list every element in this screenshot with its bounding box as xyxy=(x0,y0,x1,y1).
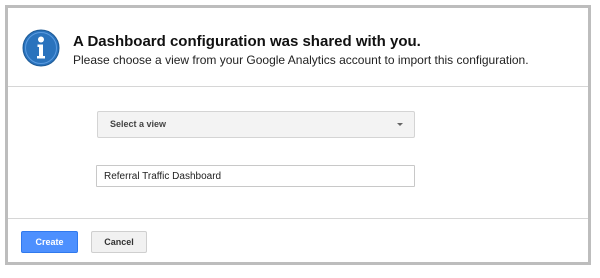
view-select-dropdown[interactable]: Select a view xyxy=(97,111,415,138)
chevron-down-icon xyxy=(397,123,403,126)
dashboard-name-input[interactable] xyxy=(96,165,415,187)
dialog-header: A Dashboard configuration was shared wit… xyxy=(8,8,588,87)
info-icon xyxy=(22,29,60,67)
create-button[interactable]: Create xyxy=(21,231,78,253)
dialog-message: Please choose a view from your Google An… xyxy=(73,53,529,67)
dashboard-import-dialog: A Dashboard configuration was shared wit… xyxy=(5,5,591,265)
cancel-button[interactable]: Cancel xyxy=(91,231,147,253)
dialog-footer: Create Cancel xyxy=(8,218,588,263)
view-select-label: Select a view xyxy=(110,119,167,129)
dialog-title: A Dashboard configuration was shared wit… xyxy=(73,33,421,50)
